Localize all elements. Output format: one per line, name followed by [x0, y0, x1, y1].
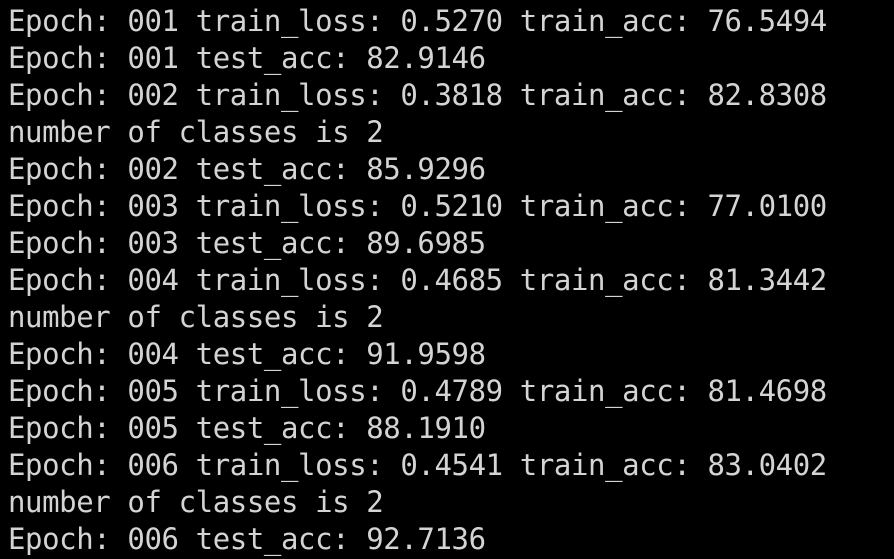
- output-line: Epoch: 001 train_loss: 0.5270 train_acc:…: [8, 4, 827, 38]
- output-line: Epoch: 005 train_loss: 0.4789 train_acc:…: [8, 374, 827, 408]
- output-line: Epoch: 004 test_acc: 91.9598: [8, 337, 486, 371]
- output-line: Epoch: 002 test_acc: 85.9296: [8, 152, 486, 186]
- output-lines: Epoch: 001 train_loss: 0.5270 train_acc:…: [8, 3, 827, 558]
- output-line: number of classes is 2: [8, 115, 384, 149]
- output-line: Epoch: 003 test_acc: 89.6985: [8, 226, 486, 260]
- output-line: Epoch: 006 test_acc: 92.7136: [8, 522, 486, 556]
- terminal-output[interactable]: Epoch: 001 train_loss: 0.5270 train_acc:…: [0, 0, 894, 559]
- output-line: Epoch: 001 test_acc: 82.9146: [8, 41, 486, 75]
- output-line: Epoch: 002 train_loss: 0.3818 train_acc:…: [8, 78, 827, 112]
- output-line: Epoch: 004 train_loss: 0.4685 train_acc:…: [8, 263, 827, 297]
- output-line: Epoch: 003 train_loss: 0.5210 train_acc:…: [8, 189, 827, 223]
- output-line: Epoch: 005 test_acc: 88.1910: [8, 411, 486, 445]
- output-line: Epoch: 006 train_loss: 0.4541 train_acc:…: [8, 448, 827, 482]
- output-line: number of classes is 2: [8, 485, 384, 519]
- output-line: number of classes is 2: [8, 300, 384, 334]
